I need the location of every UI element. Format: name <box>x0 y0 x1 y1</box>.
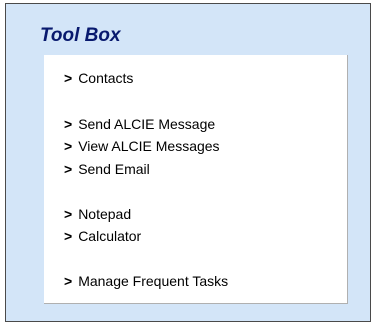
view-alcie-messages-link[interactable]: > View ALCIE Messages <box>64 138 220 155</box>
manage-frequent-tasks-label: Manage Frequent Tasks <box>78 273 229 289</box>
arrow-icon: > <box>64 273 73 289</box>
send-email-link[interactable]: > Send Email <box>64 161 150 178</box>
toolbox-title: Tool Box <box>40 25 121 46</box>
arrow-icon: > <box>64 228 73 244</box>
notepad-label: Notepad <box>78 206 132 222</box>
toolbox-panel: > Contacts > Send ALCIE Message > View ALCI… <box>44 55 348 304</box>
calculator-link[interactable]: > Calculator <box>64 228 141 245</box>
calculator-label: Calculator <box>78 228 142 244</box>
arrow-icon: > <box>64 161 73 177</box>
view-alcie-messages-label: View ALCIE Messages <box>78 138 220 154</box>
arrow-icon: > <box>64 206 73 222</box>
arrow-icon: > <box>64 70 73 86</box>
arrow-icon: > <box>64 138 73 154</box>
send-alcie-message-label: Send ALCIE Message <box>78 116 216 132</box>
notepad-link[interactable]: > Notepad <box>64 206 131 223</box>
manage-frequent-tasks-link[interactable]: > Manage Frequent Tasks <box>64 273 228 290</box>
contacts-label: Contacts <box>78 70 134 86</box>
send-email-label: Send Email <box>78 161 150 177</box>
toolbox: Tool Box > Contacts > Send ALCIE Message >… <box>5 3 371 322</box>
send-alcie-message-link[interactable]: > Send ALCIE Message <box>64 116 215 133</box>
arrow-icon: > <box>64 116 73 132</box>
contacts-link[interactable]: > Contacts <box>64 70 133 87</box>
